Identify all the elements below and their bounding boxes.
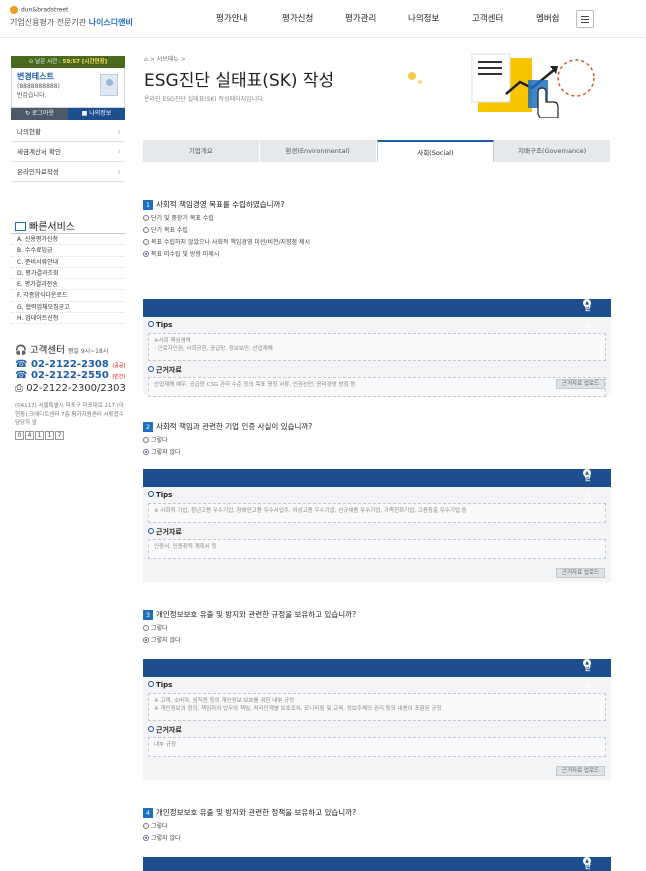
chevron-up-icon: ▲ [583, 299, 591, 307]
page-title: ESG진단 실태표(SK) 작성 [144, 71, 335, 91]
nav-item[interactable]: 평가안내 [216, 12, 247, 24]
radio-option[interactable]: 목표 수립하지 않았으나 사회적 책임경영 미션/비전/지향점 제시 [143, 237, 611, 249]
visitor-counter: 04117 [15, 430, 125, 440]
radio-option[interactable]: 그렇지 않다 [143, 635, 611, 647]
guide-panel: 닫기 ▲ Tips ※사회 핵심영역: 근로자인권, 사회공헌, 공급망, 정보보… [143, 299, 611, 397]
nav-item[interactable]: 평가신청 [282, 12, 313, 24]
quick-service-title: 빠른서비스 [11, 218, 125, 234]
radio-option[interactable]: 그렇지 않다 [143, 447, 611, 459]
fax-number: ⎙ 02-2122-2300/2303 [15, 383, 126, 395]
radio-option[interactable]: 그렇다 [143, 821, 611, 833]
quick-link[interactable]: B. 수수료입금 [11, 245, 125, 257]
sidemenu-item[interactable]: 세금계산서 확인 [11, 142, 125, 162]
question-1: 1 사회적 책임경영 목표를 수립하였습니까? 단기 및 중장기 목표 수립 단기… [143, 199, 611, 261]
breadcrumb: ⌂ > 서브메뉴 > [144, 56, 186, 63]
customer-center: 🎧 고객센터 평일 9시~18시 ☎ 02-2122-2308 (공공) ☎ 0… [15, 345, 126, 440]
address: (04117) 서울특별시 마포구 마포대로 217 (아현동) 크레디트센터 … [15, 403, 124, 427]
tab-governance[interactable]: 지배구조(Governance) [494, 140, 611, 162]
basis-box: 인증서, 인증취득 계획서 등 [148, 539, 606, 559]
guide-panel: 닫기▲ [143, 857, 611, 871]
sidemenu-item[interactable]: 나의현황 [11, 122, 125, 142]
phone-icon: ☎ [15, 370, 28, 382]
nav-item[interactable]: 나의정보 [408, 12, 439, 24]
quick-link[interactable]: A. 신용평가신청 [11, 234, 125, 246]
radio-option[interactable]: 단기 및 중장기 목표 수립 [143, 213, 611, 225]
hamburger-menu-icon[interactable] [576, 10, 594, 28]
question-text: 개인정보보호 유출 및 방지와 관련한 규정을 보유하고 있습니까? [156, 610, 357, 619]
phone-number[interactable]: ☎ 02-2122-2550 (민간) [15, 370, 125, 381]
quick-link[interactable]: C. 준비서류안내 [11, 257, 125, 268]
tips-box: ※ 고객, 소비자, 임직원 등의 개인정보 보호를 위한 내부 규정 ※ 개인정… [148, 693, 606, 721]
upload-button[interactable]: 근거자료 업로드 [556, 766, 605, 776]
quick-link[interactable]: G. 협력업체모집공고 [11, 302, 125, 314]
upload-button[interactable]: 근거자료 업로드 [556, 568, 605, 578]
tab-company-overview[interactable]: 기업개요 [143, 140, 260, 162]
radio-option[interactable]: 목표 미수립 및 방향 미제시 [143, 249, 611, 261]
avatar [100, 74, 118, 96]
question-text: 개인정보보호 유출 및 방지와 관련한 정책을 보유하고 있습니까? [156, 808, 357, 817]
guide-panel: 닫기 ▲ Tips ※ 사회적 기업, 청년고용 우수기업, 장애인고용 우수사업… [143, 469, 611, 582]
option-group: 그렇다 그렇지 않다 [143, 623, 611, 647]
question-text: 사회적 책임과 관련한 기업 인증 사실이 있습니까? [156, 422, 313, 431]
quick-link[interactable]: F. 각종양식다운로드 [11, 290, 125, 302]
quick-service-list: A. 신용평가신청 B. 수수료입금 C. 준비서류안내 D. 평가결과조회 E… [11, 234, 125, 325]
logo-mark-icon [10, 6, 18, 14]
user-info: 변경테스트 (8888888888) 반갑습니다. [11, 68, 125, 108]
radio-option[interactable]: 단기 목표 수립 [143, 225, 611, 237]
quick-link[interactable]: D. 평가결과조회 [11, 268, 125, 280]
nav-item[interactable]: 고객센터 [472, 12, 503, 24]
phone-number[interactable]: ☎ 02-2122-2308 (공공) [15, 359, 125, 370]
basis-heading: 근거자료 [148, 725, 606, 735]
side-menu: 나의현황 세금계산서 확인 온라인자료작성 [11, 122, 125, 182]
basis-heading: 근거자료 [148, 527, 606, 537]
quick-link[interactable]: E. 평가결과전송 [11, 279, 125, 291]
clock-icon: ⊙ [28, 59, 34, 65]
phone-icon: ☎ [15, 359, 28, 371]
sidebar: ⊙ 남은 시간 : 59:57 [시간연장] 변경테스트 (8888888888… [11, 56, 126, 440]
page-description: 온라인 ESG진단 실태표(SK) 작성페이지입니다. [144, 96, 265, 103]
question-4: 4 개인정보보호 유출 및 방지와 관련한 정책을 보유하고 있습니까? 그렇다 … [143, 807, 611, 845]
chevron-up-icon: ▲ [583, 659, 591, 667]
tips-box: ※사회 핵심영역: 근로자인권, 사회공헌, 공급망, 정보보안, 산업재해 [148, 333, 606, 361]
chevron-up-icon: ▲ [583, 857, 591, 865]
hero-illustration [408, 53, 595, 118]
session-timer[interactable]: ⊙ 남은 시간 : 59:57 [시간연장] [11, 56, 125, 68]
quick-link[interactable]: H. 업데이트신청 [11, 313, 125, 325]
user-icon: ■ [81, 110, 88, 117]
basis-box: 내부 규정 [148, 737, 606, 757]
myinfo-button[interactable]: ■ 나의정보 [68, 108, 125, 120]
home-icon: ⌂ [144, 56, 148, 63]
question-3: 3 개인정보보호 유출 및 방지와 관련한 규정을 보유하고 있습니까? 그렇다 … [143, 609, 611, 647]
nav-item[interactable]: 멤버쉽 [536, 12, 559, 24]
upload-button[interactable]: 근거자료 업로드 [556, 379, 605, 389]
logout-icon: ↻ [24, 110, 30, 117]
radio-option[interactable]: 그렇다 [143, 623, 611, 635]
fax-icon: ⎙ [15, 383, 23, 395]
option-group: 그렇다 그렇지 않다 [143, 821, 611, 845]
tips-box: ※ 사회적 기업, 청년고용 우수기업, 장애인고용 우수사업주, 여성고용 우… [148, 503, 606, 523]
tips-heading: Tips [148, 321, 606, 331]
site-header: dun&bradstreet 기업신용평가 전문기관 나이스디앤비 평가안내 평… [0, 0, 646, 38]
chevron-up-icon: ▲ [583, 469, 591, 477]
radio-option[interactable]: 그렇지 않다 [143, 833, 611, 845]
question-text: 사회적 책임경영 목표를 수립하였습니까? [156, 200, 285, 209]
document-icon [15, 222, 26, 231]
site-logo[interactable]: dun&bradstreet 기업신용평가 전문기관 나이스디앤비 [10, 6, 133, 27]
option-group: 단기 및 중장기 목표 수립 단기 목표 수립 목표 수립하지 않았으나 사회적… [143, 213, 611, 261]
tab-environmental[interactable]: 환경(Environmental) [259, 140, 377, 162]
question-2: 2 사회적 책임과 관련한 기업 인증 사실이 있습니까? 그렇다 그렇지 않다 [143, 421, 611, 459]
category-tabs: 기업개요 환경(Environmental) 사회(Social) 지배구조(G… [143, 140, 611, 162]
tips-heading: Tips [148, 681, 606, 691]
guide-panel: 닫기 ▲ Tips ※ 고객, 소비자, 임직원 등의 개인정보 보호를 위한 내… [143, 659, 611, 780]
nav-item[interactable]: 평가관리 [345, 12, 376, 24]
tips-heading: Tips [148, 491, 606, 501]
logout-button[interactable]: ↻ 로그아웃 [11, 108, 68, 120]
basis-heading: 근거자료 [148, 365, 606, 375]
tab-social[interactable]: 사회(Social) [376, 140, 495, 162]
radio-option[interactable]: 그렇다 [143, 435, 611, 447]
headset-icon: 🎧 [15, 345, 27, 357]
basis-box: 산업재해 예우, 공급망 CSG 관리 수준 등의 목표 명칭 서류, 인권선언… [148, 377, 606, 397]
option-group: 그렇다 그렇지 않다 [143, 435, 611, 459]
sidemenu-item[interactable]: 온라인자료작성 [11, 162, 125, 182]
